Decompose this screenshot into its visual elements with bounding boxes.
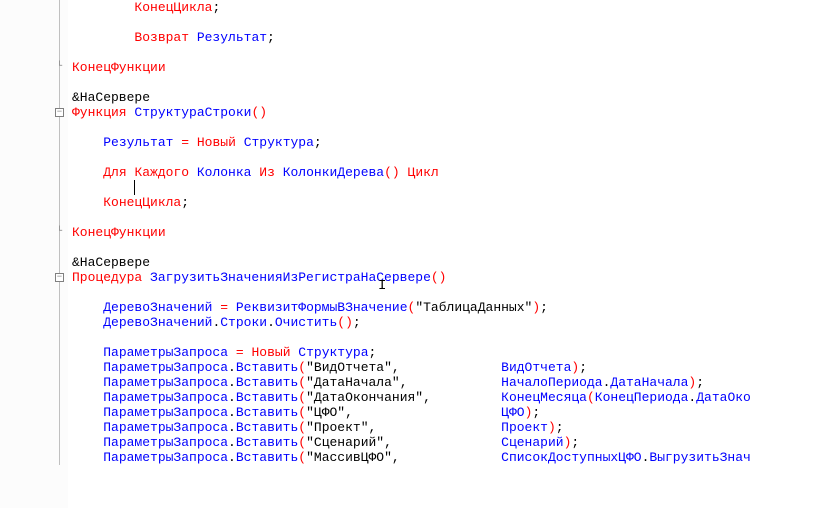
- code-line[interactable]: [72, 330, 813, 345]
- code-line[interactable]: Возврат Результат;: [72, 30, 813, 45]
- code-line[interactable]: [72, 15, 813, 30]
- cursor: [134, 180, 135, 195]
- code-line[interactable]: &НаСервере: [72, 90, 813, 105]
- code-line[interactable]: КонецЦикла;: [72, 195, 813, 210]
- code-line[interactable]: ПараметрыЗапроса.Вставить("МассивЦФО", С…: [72, 450, 813, 465]
- code-line[interactable]: КонецФункции: [72, 225, 813, 240]
- code-line[interactable]: Функция СтруктураСтроки(): [72, 105, 813, 120]
- code-line[interactable]: Для Каждого Колонка Из КолонкиДерева() Ц…: [72, 165, 813, 180]
- code-line[interactable]: КонецФункции: [72, 60, 813, 75]
- fold-column: └ − └ −: [55, 0, 68, 508]
- gutter: └ − └ −: [0, 0, 68, 508]
- code-line[interactable]: [72, 75, 813, 90]
- code-line[interactable]: ПараметрыЗапроса.Вставить("ДатаОкончания…: [72, 390, 813, 405]
- code-line[interactable]: Процедура ЗагрузитьЗначенияИзРегистраНаС…: [72, 270, 813, 285]
- fold-collapse-icon[interactable]: −: [55, 108, 64, 117]
- code-line[interactable]: ДеревоЗначений = РеквизитФормыВЗначение(…: [72, 300, 813, 315]
- code-line[interactable]: [72, 285, 813, 300]
- code-line[interactable]: [72, 45, 813, 60]
- code-line[interactable]: [72, 180, 813, 195]
- code-line[interactable]: ПараметрыЗапроса = Новый Структура;: [72, 345, 813, 360]
- code-line[interactable]: ПараметрыЗапроса.Вставить("Сценарий", Сц…: [72, 435, 813, 450]
- fold-end-icon: └: [55, 228, 64, 237]
- code-line[interactable]: ПараметрыЗапроса.Вставить("ВидОтчета", В…: [72, 360, 813, 375]
- code-line[interactable]: [72, 210, 813, 225]
- code-line[interactable]: Результат = Новый Структура;: [72, 135, 813, 150]
- code-line[interactable]: ДеревоЗначений.Строки.Очистить();: [72, 315, 813, 330]
- code-line[interactable]: [72, 120, 813, 135]
- code-line[interactable]: ПараметрыЗапроса.Вставить("Проект", Прое…: [72, 420, 813, 435]
- code-line[interactable]: [72, 150, 813, 165]
- code-line[interactable]: ПараметрыЗапроса.Вставить("ЦФО", ЦФО);: [72, 405, 813, 420]
- code-area[interactable]: КонецЦикла; Возврат Результат; КонецФунк…: [68, 0, 813, 508]
- fold-collapse-icon[interactable]: −: [55, 273, 64, 282]
- fold-end-icon: └: [55, 63, 64, 72]
- code-line[interactable]: КонецЦикла;: [72, 0, 813, 15]
- code-editor[interactable]: └ − └ − КонецЦикла; Возврат Результат; Коне…: [0, 0, 813, 508]
- code-line[interactable]: [72, 240, 813, 255]
- code-line[interactable]: ПараметрыЗапроса.Вставить("ДатаНачала", …: [72, 375, 813, 390]
- code-line[interactable]: &НаСервере: [72, 255, 813, 270]
